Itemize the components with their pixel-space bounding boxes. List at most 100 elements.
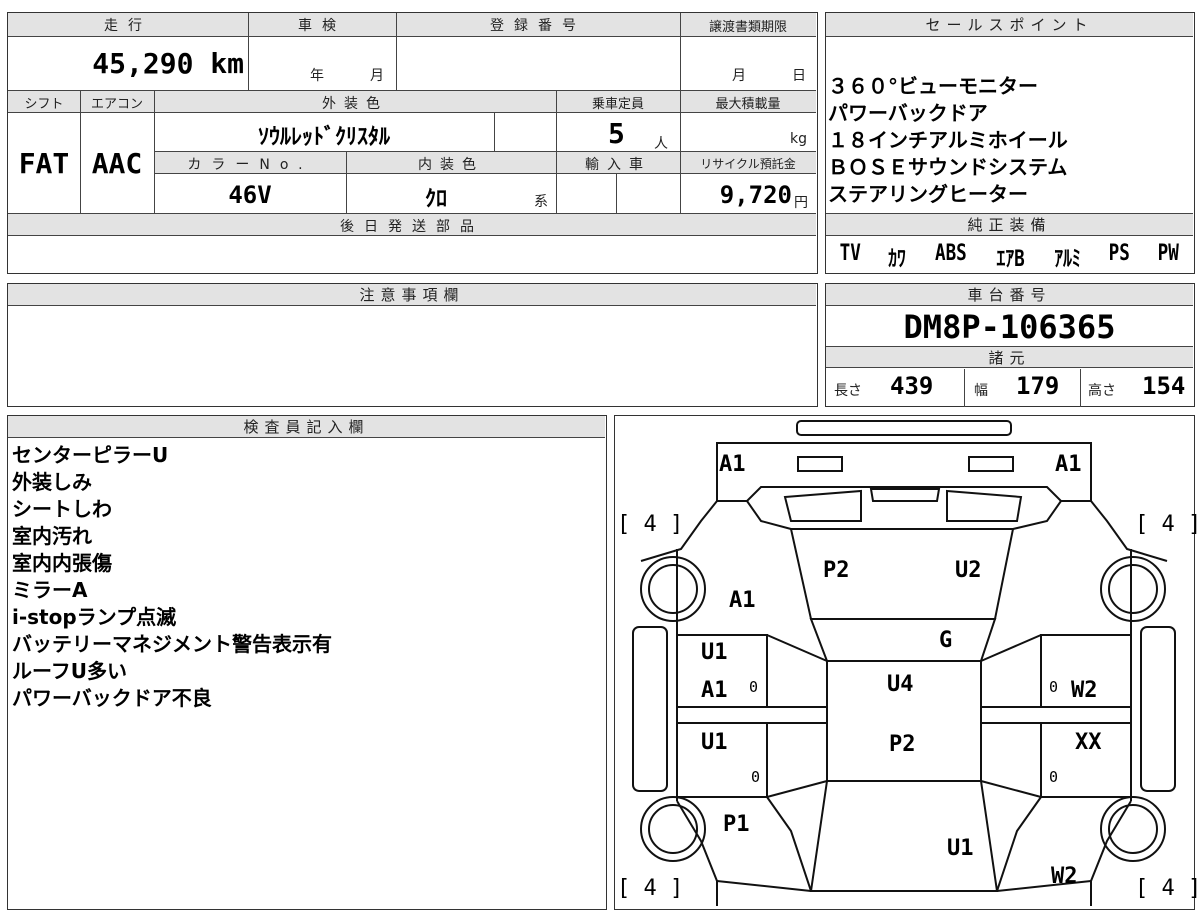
mileage-value: 45,290 km (92, 47, 244, 80)
transfer-month-unit: 月 (732, 68, 746, 84)
transfer-header: 譲渡書類期限 (708, 20, 787, 35)
remark-item: 外装しみ (12, 470, 92, 494)
sill-left (632, 626, 668, 792)
mileage-header: 走行 (104, 18, 152, 34)
int-color-suffix: 系 (534, 194, 548, 210)
remark-item: 室内内張傷 (12, 551, 112, 575)
color-no-header: カラーNo. (187, 157, 313, 173)
transfer-day-unit: 日 (792, 68, 806, 84)
width-label: 幅 (974, 383, 988, 399)
label-rear-door-left: U1 (701, 730, 728, 755)
sales-points-box: セールスポイント ３６０°ビューモニター パワーバックドア １８インチアルミホイ… (825, 12, 1195, 274)
sales-point-item: ３６０°ビューモニター (828, 74, 1038, 98)
sales-points-header: セールスポイント (826, 13, 1193, 37)
label-front-door-right: W2 (1071, 678, 1098, 703)
int-color-header: 内装色 (418, 157, 484, 173)
inspection-year-unit: 年 (310, 68, 324, 84)
label-front-left: A1 (719, 452, 746, 477)
notes-header: 注意事項欄 (8, 284, 816, 306)
equip-abs: ABS (934, 241, 967, 266)
equip-tv: TV (839, 241, 862, 266)
zero-marker: 0 (751, 768, 761, 786)
remark-item: パワーバックドア不良 (12, 686, 212, 710)
recycle-value: 9,720 (719, 181, 792, 209)
inspection-month-unit: 月 (370, 68, 384, 84)
equip-alloy: ｱﾙﾐ (1053, 247, 1081, 272)
label-windshield: G (939, 628, 953, 653)
equipment-list: TV ｶﾜ ABS ｴｱB ｱﾙﾐ PS PW (826, 241, 1193, 273)
aircon-header: エアコン (90, 97, 143, 112)
wheel-rear-right (1100, 796, 1166, 862)
height-value: 154 (1142, 372, 1186, 400)
headlight-right (968, 456, 1014, 472)
label-front-right: A1 (1055, 452, 1082, 477)
ext-color-value: ｿｳﾙﾚｯﾄﾞｸﾘｽﾀﾙ (257, 125, 390, 150)
inspector-remarks: センターピラーU 外装しみ シートしわ 室内汚れ 室内内張傷 ミラーA i-st… (12, 442, 602, 712)
recycle-header: リサイクル預託金 (700, 157, 796, 171)
inspection-header: 車検 (298, 18, 346, 34)
wheel-rear-left (640, 796, 706, 862)
shift-value: FAT (18, 147, 70, 180)
chassis-box: 車台番号 DM8P-106365 諸元 長さ 439 幅 179 高さ 154 (825, 283, 1195, 407)
inspector-header: 検査員記入欄 (8, 416, 605, 438)
specs-header: 諸元 (826, 346, 1193, 368)
front-frame (716, 442, 1092, 502)
vehicle-info-box: 走行 車検 登録番号 譲渡書類期限 45,290 km 年 月 月 日 シフト … (7, 12, 818, 274)
height-label: 高さ (1088, 383, 1116, 399)
later-parts-header: 後日発送部品 (340, 219, 484, 235)
zero-marker: 0 (749, 678, 759, 696)
int-color-value: ｸﾛ (424, 187, 447, 212)
grille-left (783, 489, 862, 522)
wheel-front-right (1100, 556, 1166, 622)
capacity-value: 5 (608, 117, 625, 150)
color-no-value: 46V (228, 181, 272, 209)
inspector-box: 検査員記入欄 センターピラーU 外装しみ シートしわ 室内汚れ 室内内張傷 ミラ… (7, 415, 607, 910)
tire-rl: [ 4 ] (617, 876, 684, 901)
remark-item: ミラーA (12, 578, 88, 602)
remark-item: センターピラーU (12, 443, 169, 467)
sales-point-item: １８インチアルミホイール (828, 128, 1068, 152)
zero-marker: 0 (1049, 678, 1059, 696)
body-right (1090, 500, 1168, 801)
sales-point-item: パワーバックドア (828, 101, 988, 125)
capacity-header: 乗車定員 (591, 97, 644, 112)
capacity-unit: 人 (654, 136, 668, 152)
registration-header: 登録番号 (490, 18, 586, 34)
tire-rr: [ 4 ] (1135, 876, 1200, 901)
max-load-unit: kg (790, 131, 807, 147)
remark-item: シートしわ (12, 497, 112, 521)
remark-item: 室内汚れ (12, 524, 92, 548)
width-value: 179 (1016, 372, 1060, 400)
max-load-header: 最大積載量 (715, 97, 781, 112)
aircon-value: AAC (91, 147, 143, 180)
windshield (809, 618, 997, 662)
label-roof: U4 (887, 672, 914, 697)
label-rear-fender-right: W2 (1051, 864, 1078, 889)
grille-center (869, 488, 941, 502)
grille-right (946, 489, 1023, 522)
sill-right (1140, 626, 1176, 792)
label-rear-door-right: XX (1075, 730, 1102, 755)
label-rear-glass: U1 (947, 836, 974, 861)
tire-fl: [ 4 ] (617, 512, 684, 537)
notes-box: 注意事項欄 (7, 283, 818, 407)
label-rear-fender-left: P1 (723, 812, 750, 837)
headlight-left (797, 456, 843, 472)
label-fender-left: A1 (729, 588, 756, 613)
sales-point-item: ステアリングヒーター (828, 182, 1028, 206)
sales-point-item: ＢＯＳＥサウンドシステム (828, 155, 1068, 179)
equip-pw: PW (1157, 241, 1180, 266)
chassis-header: 車台番号 (826, 284, 1193, 306)
label-roof-rear: P2 (889, 732, 916, 757)
shift-header: シフト (24, 97, 64, 112)
remark-item: バッテリーマネジメント警告表示有 (12, 632, 332, 656)
sales-points-list: ３６０°ビューモニター パワーバックドア １８インチアルミホイール ＢＯＳＥサウ… (828, 73, 1192, 208)
length-label: 長さ (834, 383, 862, 399)
equip-ps: PS (1108, 241, 1131, 266)
label-front-door-left-1: U1 (701, 640, 728, 665)
equip-leather: ｶﾜ (888, 247, 907, 272)
import-header: 輸入車 (585, 157, 651, 173)
length-value: 439 (890, 372, 934, 400)
equipment-header: 純正装備 (826, 213, 1193, 236)
ext-color-header: 外装色 (322, 96, 388, 112)
